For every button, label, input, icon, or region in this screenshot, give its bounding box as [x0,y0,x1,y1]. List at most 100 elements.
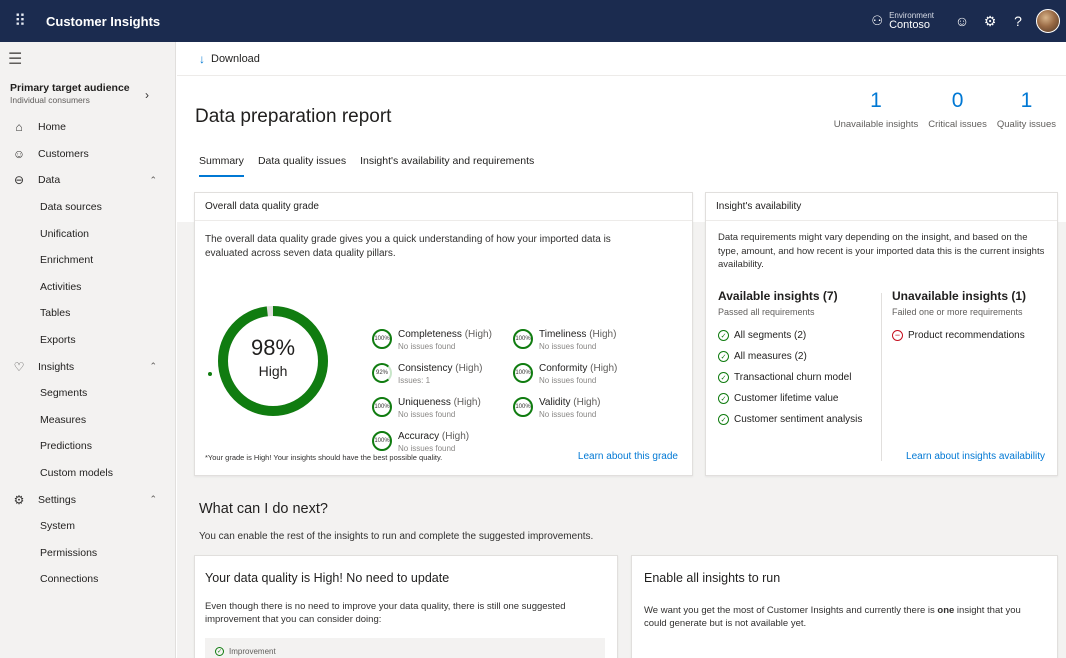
sidebar-item-data[interactable]: ⊖ Data ⌃ [0,167,175,194]
next-steps-subtitle: You can enable the rest of the insights … [199,531,594,542]
check-circle-icon: ✓ [718,372,729,383]
learn-grade-link[interactable]: Learn about this grade [578,451,678,462]
pillar-status: No issues found [398,410,456,419]
sidebar-item-permissions[interactable]: Permissions [0,540,175,567]
environment-picker[interactable]: ⚇ Environment Contoso [871,11,934,31]
chevron-up-icon: ⌃ [149,494,157,505]
pillar-completeness[interactable]: 100% Completeness (High) No issues found [372,329,492,353]
sidebar-item-enrichment[interactable]: Enrichment [0,247,175,274]
available-insight-item: ✓ All segments (2) [718,325,878,346]
pillar-conformity[interactable]: 100% Conformity (High) No issues found [513,363,617,387]
app-launcher-icon[interactable]: ⠿ [0,0,40,42]
enable-text-bold: one [937,605,955,616]
stat-unavailable-insights[interactable]: 1 Unavailable insights [834,90,919,130]
sidebar-item-customers[interactable]: ☺ Customers [0,141,175,168]
insight-name: All segments (2) [734,330,807,341]
enable-text-a: We want you get the most of Customer Ins… [644,605,938,616]
pillar-score: 100% [374,336,390,342]
sidebar-item-tables[interactable]: Tables [0,300,175,327]
pillar-score: 92% [375,370,388,376]
blocked-circle-icon: − [892,330,903,341]
audience-title: Primary target audience [10,82,130,94]
avatar[interactable] [1036,9,1060,33]
quality-card-heading: Overall data quality grade [195,193,692,221]
available-insight-item: ✓ Transactional churn model [718,367,878,388]
improvement-box[interactable]: ✓ Improvement [205,638,605,658]
main-content: ↓ Download Data preparation report 1 Una… [177,42,1066,658]
pillar-consistency[interactable]: 92% Consistency (High) Issues: 1 [372,363,482,387]
database-icon: ⊖ [13,173,25,188]
environment-value: Contoso [889,18,931,31]
pillar-score-ring: 92% [372,363,392,383]
sidebar-item-label: Custom models [40,467,113,480]
grade-value: 98% [250,335,296,360]
audience-selector[interactable]: Primary target audience Individual consu… [0,76,175,114]
quality-next-title: Your data quality is High! No need to up… [205,571,450,585]
sidebar-item-exports[interactable]: Exports [0,327,175,354]
download-button[interactable]: Download [211,53,260,65]
feedback-icon[interactable]: ☺ [948,0,976,42]
gear-icon: ⚙ [13,492,25,507]
tab-data-quality-issues[interactable]: Data quality issues [258,155,346,177]
pillar-score: 100% [515,336,531,342]
sidebar-item-measures[interactable]: Measures [0,407,175,434]
pillar-uniqueness[interactable]: 100% Uniqueness (High) No issues found [372,397,481,421]
improvement-label: Improvement [229,647,276,656]
pillar-accuracy[interactable]: 100% Accuracy (High) No issues found [372,431,469,455]
unavailable-subtitle: Failed one or more requirements [892,307,1023,317]
app-title[interactable]: Customer Insights [46,14,160,29]
sidebar-item-data-sources[interactable]: Data sources [0,194,175,221]
pillar-level: (High) [455,363,483,374]
sidebar-item-activities[interactable]: Activities [0,274,175,301]
pillar-timeliness[interactable]: 100% Timeliness (High) No issues found [513,329,616,353]
chevron-up-icon: ⌃ [149,361,157,372]
hamburger-menu-icon[interactable]: ☰ [0,42,175,76]
available-insight-item: ✓ All measures (2) [718,346,878,367]
pillar-validity[interactable]: 100% Validity (High) No issues found [513,397,601,421]
unavailable-list: − Product recommendations [892,325,1057,346]
tab-insights-availability[interactable]: Insight's availability and requirements [360,155,534,177]
sidebar-item-unification[interactable]: Unification [0,220,175,247]
pillar-score-ring: 100% [513,397,533,417]
help-icon[interactable]: ? [1004,0,1032,42]
insight-name: Customer lifetime value [734,393,839,404]
availability-card-heading: Insight's availability [706,193,1057,221]
nav-list: ⌂ Home ☺ Customers ⊖ Data ⌃ Data sources Unifica… [0,114,175,593]
home-icon: ⌂ [15,120,23,135]
sidebar-item-settings[interactable]: ⚙ Settings ⌃ [0,486,175,513]
pillar-score-ring: 100% [372,329,392,349]
quality-donut: 98% High [213,301,333,421]
stat-critical-issues[interactable]: 0 Critical issues [928,90,987,130]
sidebar-item-label: Data [38,174,61,187]
sidebar-item-predictions[interactable]: Predictions [0,433,175,460]
page-title: Data preparation report [195,106,392,127]
stat-quality-issues[interactable]: 1 Quality issues [997,90,1056,130]
pillar-name: Completeness [398,329,462,340]
settings-icon[interactable]: ⚙ [976,0,1004,42]
sidebar-item-custom-models[interactable]: Custom models [0,460,175,487]
sidebar: ☰ Primary target audience Individual con… [0,42,176,658]
available-title: Available insights (7) [718,289,838,303]
sidebar-item-system[interactable]: System [0,513,175,540]
pillar-score-ring: 100% [513,363,533,383]
sidebar-item-label: Segments [40,387,88,400]
sidebar-item-segments[interactable]: Segments [0,380,175,407]
pillar-name: Uniqueness [398,397,451,408]
sidebar-item-connections[interactable]: Connections [0,566,175,593]
learn-availability-link[interactable]: Learn about insights availability [906,451,1045,462]
pillar-status: No issues found [398,342,456,351]
sidebar-item-label: Data sources [40,201,102,214]
sidebar-item-home[interactable]: ⌂ Home [0,114,175,141]
pillar-status: No issues found [539,376,597,385]
stat-label: Unavailable insights [833,119,919,130]
available-subtitle: Passed all requirements [718,307,815,317]
unavailable-title: Unavailable insights (1) [892,289,1027,303]
pillar-level: (High) [589,329,617,340]
tab-summary[interactable]: Summary [199,155,244,177]
enable-insights-card: Enable all insights to run We want you g… [631,555,1058,658]
available-list: ✓ All segments (2) ✓ All measures (2) ✓ Trans… [718,325,878,430]
availability-description: Data requirements might vary depending o… [718,232,1045,270]
pillar-score: 100% [374,438,390,444]
pillar-level: (High) [464,329,492,340]
sidebar-item-insights[interactable]: ♡ Insights ⌃ [0,353,175,380]
